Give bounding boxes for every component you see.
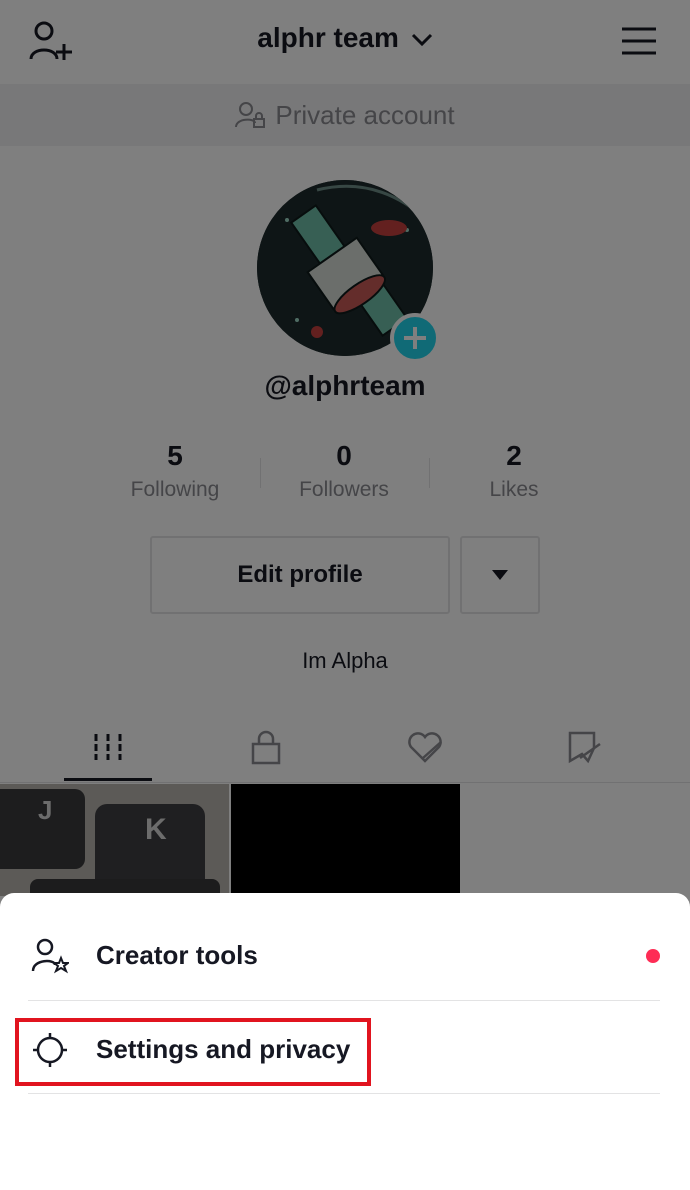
creator-tools-label: Creator tools (96, 940, 258, 970)
highlight-box (15, 1018, 371, 1086)
divider (28, 1093, 660, 1094)
divider (28, 1000, 660, 1001)
creator-tools-item[interactable]: Creator tools (0, 909, 690, 1002)
creator-tools-icon (30, 936, 70, 976)
notification-dot (646, 948, 660, 963)
